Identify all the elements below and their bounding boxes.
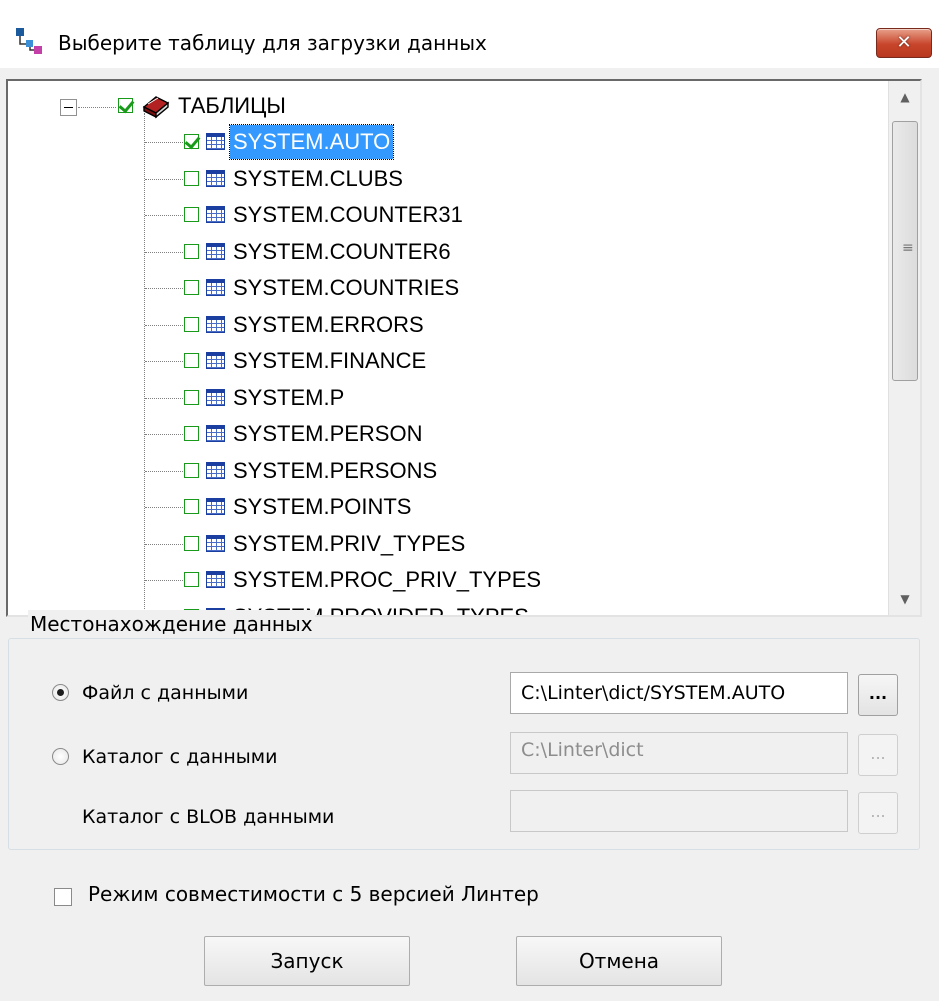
tree-connector [145,361,183,362]
tree-connector [145,434,183,435]
table-checkbox[interactable] [184,353,199,368]
tree-connector [145,179,183,180]
tree-connector-line [144,113,145,615]
catalog-radio[interactable] [52,748,69,765]
table-checkbox[interactable] [184,463,199,478]
table-item-label[interactable]: SYSTEM.ERRORS [230,308,427,342]
table-item-label[interactable]: SYSTEM.COUNTER31 [230,198,466,232]
tree-connector [145,580,183,581]
tree-content: ТАБЛИЦЫ SYSTEM.AUTO SYSTEM.CLUBS SYSTEM.CO… [8,81,888,615]
table-item-label[interactable]: SYSTEM.PRIV_TYPES [230,527,468,561]
file-path-field[interactable]: C:\Linter\dict/SYSTEM.AUTO [510,672,848,714]
tree-connector [145,398,183,399]
dialog-body: ТАБЛИЦЫ SYSTEM.AUTO SYSTEM.CLUBS SYSTEM.CO… [0,68,939,1001]
table-icon [206,279,225,296]
table-icon [206,352,225,369]
table-icon [206,571,225,588]
table-icon [206,535,225,552]
table-checkbox[interactable] [184,207,199,222]
table-item-label[interactable]: SYSTEM.POINTS [230,490,414,524]
close-icon: ✕ [896,32,912,53]
table-checkbox[interactable] [184,244,199,259]
table-checkbox[interactable] [184,134,199,149]
table-icon [206,316,225,333]
tree-connector [145,471,183,472]
tree-scrollbar[interactable]: ▲ ≡ ▼ [888,81,920,615]
table-checkbox[interactable] [184,572,199,587]
window-title: Выберите таблицу для загрузки данных [58,31,487,55]
file-radio-label[interactable]: Файл с данными [82,680,248,706]
blob-catalog-label: Каталог с BLOB данными [82,806,335,828]
table-icon [206,206,225,223]
table-icon [206,389,225,406]
table-checkbox[interactable] [184,280,199,295]
table-checkbox[interactable] [184,499,199,514]
tree-connector [145,544,183,545]
tree-connector [145,288,183,289]
scroll-grip-icon: ≡ [902,240,914,256]
table-item-label[interactable]: SYSTEM.AUTO [228,124,395,160]
blob-browse-button: ... [858,792,898,834]
tree-expander-icon[interactable] [60,99,77,116]
data-location-title: Местонахождение данных [28,610,315,638]
table-item-label[interactable]: SYSTEM.FINANCE [230,344,429,378]
cancel-button[interactable]: Отмена [516,936,722,986]
tree-root-label[interactable]: ТАБЛИЦЫ [178,89,286,123]
tree-connector [145,215,183,216]
catalog-radio-label[interactable]: Каталог с данными [82,744,277,770]
tree-connector [145,325,183,326]
file-radio[interactable] [52,684,69,701]
table-checkbox[interactable] [184,536,199,551]
compat-mode-label[interactable]: Режим совместимости с 5 версией Линтер [88,881,539,907]
file-browse-button[interactable]: ... [858,674,898,716]
table-icon [206,133,225,150]
close-button[interactable]: ✕ [876,28,932,58]
blob-path-field [510,790,848,832]
table-checkbox[interactable] [184,390,199,405]
tree-connector [145,142,183,143]
table-item-label[interactable]: SYSTEM.P [230,381,347,415]
table-checkbox[interactable] [184,317,199,332]
table-checkbox[interactable] [184,426,199,441]
table-item-label[interactable]: SYSTEM.PROC_PRIV_TYPES [230,563,544,597]
tree-connector [145,252,183,253]
tables-root-icon [142,96,170,119]
scroll-up-icon[interactable]: ▲ [889,81,920,113]
catalog-browse-button: ... [858,734,898,776]
table-item-label[interactable]: SYSTEM.COUNTRIES [230,271,462,305]
table-item-label[interactable]: SYSTEM.PERSON [230,417,425,451]
root-checkbox[interactable] [118,98,133,113]
scroll-down-icon[interactable]: ▼ [889,583,920,615]
table-item-label[interactable]: SYSTEM.CLUBS [230,162,406,196]
scroll-thumb[interactable]: ≡ [892,121,918,381]
table-item-label[interactable]: SYSTEM.PERSONS [230,454,440,488]
table-icon [206,170,225,187]
tree-connector-root [78,107,116,108]
table-icon [206,462,225,479]
title-bar: Выберите таблицу для загрузки данных ✕ [0,0,939,78]
tree-connector [145,507,183,508]
table-icon [206,498,225,515]
run-button[interactable]: Запуск [204,936,410,986]
catalog-path-field: C:\Linter\dict [510,732,848,774]
compat-mode-checkbox[interactable] [54,888,72,906]
table-icon [206,425,225,442]
tables-tree[interactable]: ТАБЛИЦЫ SYSTEM.AUTO SYSTEM.CLUBS SYSTEM.CO… [6,79,922,617]
app-icon [16,28,42,54]
table-checkbox[interactable] [184,171,199,186]
table-item-label[interactable]: SYSTEM.COUNTER6 [230,235,454,269]
table-icon [206,243,225,260]
